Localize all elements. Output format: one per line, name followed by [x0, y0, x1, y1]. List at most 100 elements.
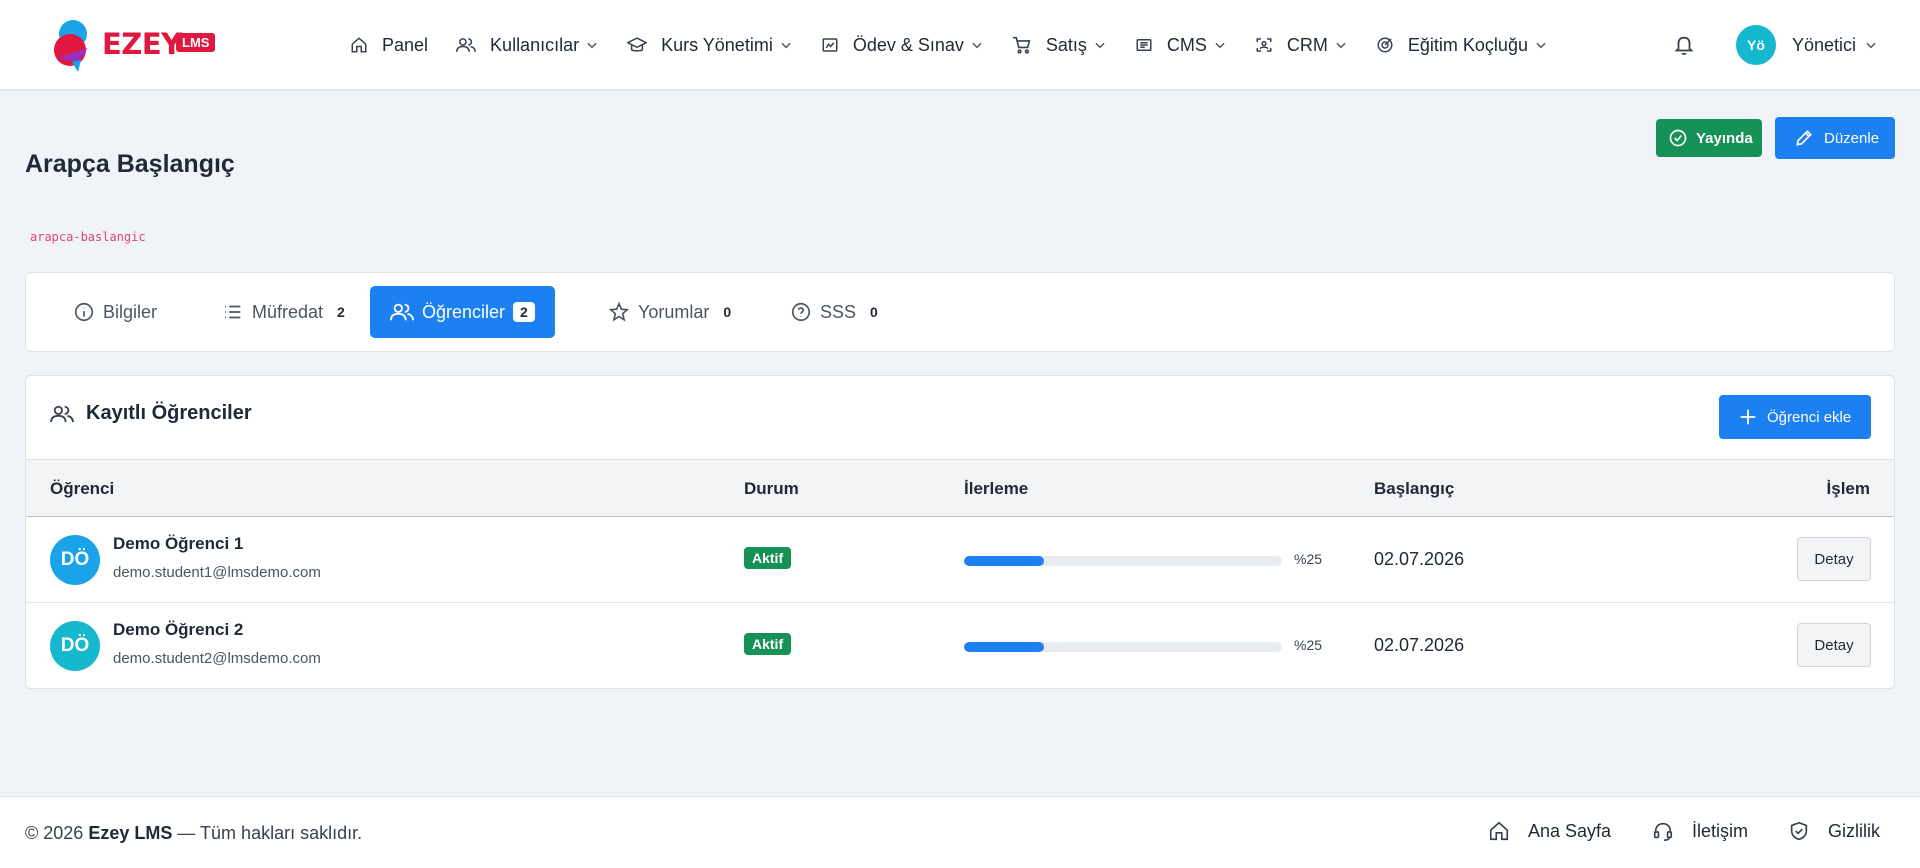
- published-status-button[interactable]: Yayında: [1656, 119, 1762, 157]
- student-email: demo.student2@lmsdemo.com: [113, 650, 321, 667]
- footer-link-contact[interactable]: İletişim: [1652, 820, 1748, 842]
- add-student-label: Öğrenci ekle: [1767, 408, 1852, 426]
- start-date: 02.07.2026: [1374, 549, 1465, 569]
- tab-faq[interactable]: SSS 0: [770, 286, 898, 338]
- top-navbar: EZEY LMS Panel Kullanıcılar Kurs Yönetim…: [0, 0, 1920, 90]
- nav-item-label: Eğitim Koçluğu: [1407, 34, 1528, 55]
- news-icon: [1135, 36, 1153, 54]
- image-chart-icon: [821, 36, 839, 54]
- card-title: Kayıtlı Öğrenciler: [50, 402, 252, 425]
- check-circle-icon: [1668, 128, 1696, 148]
- table-header: Öğrenci Durum İlerleme Başlangıç İşlem: [26, 459, 1894, 517]
- main-nav: Panel Kullanıcılar Kurs Yönetimi Ödev & …: [350, 0, 1576, 90]
- headset-icon: [1652, 820, 1692, 842]
- scan-face-icon: [1255, 36, 1273, 54]
- progress-label: %25: [1294, 637, 1323, 653]
- nav-item-cms[interactable]: CMS: [1135, 35, 1227, 56]
- footer: © 2026 Ezey LMS — Tüm hakları saklıdır. …: [0, 796, 1920, 868]
- tab-label: SSS: [820, 301, 857, 322]
- nav-item-label: CRM: [1286, 34, 1328, 55]
- graduation-cap-icon: [627, 36, 648, 54]
- student-name: Demo Öğrenci 2: [113, 620, 244, 639]
- avatar: Yö: [1736, 25, 1776, 65]
- star-icon: [608, 301, 638, 323]
- student-avatar: DÖ: [50, 621, 100, 671]
- tab-curriculum[interactable]: Müfredat 2: [202, 286, 365, 338]
- question-icon: [790, 301, 820, 323]
- nav-item-sales[interactable]: Satış: [1012, 35, 1107, 56]
- target-icon: [1376, 36, 1394, 54]
- users-icon: [456, 36, 477, 54]
- enrolled-students-card: Kayıtlı Öğrenciler Öğrenci ekle Öğrenci …: [25, 375, 1895, 689]
- footer-link-home[interactable]: Ana Sayfa: [1488, 820, 1611, 842]
- nav-item-course-management[interactable]: Kurs Yönetimi: [627, 35, 793, 56]
- column-start-date: Başlangıç: [1374, 479, 1455, 498]
- tab-count: 2: [513, 302, 535, 322]
- user-menu[interactable]: Yö Yönetici: [1736, 25, 1878, 65]
- nav-item-panel[interactable]: Panel: [350, 35, 428, 56]
- edit-label: Düzenle: [1824, 129, 1880, 147]
- nav-item-assignments[interactable]: Ödev & Sınav: [821, 35, 984, 56]
- brand-logo-mark: [54, 20, 88, 72]
- nav-item-label: Satış: [1045, 34, 1087, 55]
- user-name: Yönetici: [1792, 34, 1857, 55]
- start-date: 02.07.2026: [1374, 635, 1465, 655]
- nav-item-label: Panel: [382, 34, 429, 55]
- tab-reviews[interactable]: Yorumlar 0: [588, 286, 751, 338]
- tab-label: Öğrenciler: [422, 301, 506, 322]
- copyright: © 2026 Ezey LMS — Tüm hakları saklıdır.: [25, 823, 362, 844]
- student-name: Demo Öğrenci 1: [113, 534, 244, 553]
- footer-link-privacy[interactable]: Gizlilik: [1788, 820, 1880, 842]
- chevron-down-icon: [1864, 38, 1878, 52]
- tab-label: Bilgiler: [103, 301, 158, 322]
- column-action: İşlem: [1826, 479, 1870, 498]
- column-student: Öğrenci: [50, 479, 115, 498]
- users-icon: [390, 301, 422, 323]
- cart-icon: [1012, 36, 1032, 54]
- chevron-down-icon: [585, 38, 599, 52]
- nav-item-coaching[interactable]: Eğitim Koçluğu: [1376, 35, 1548, 56]
- detail-button[interactable]: Detay: [1797, 537, 1871, 581]
- copyright-suffix: — Tüm hakları saklıdır.: [177, 823, 363, 843]
- progress-bar-fill: [964, 642, 1044, 652]
- add-student-button[interactable]: Öğrenci ekle: [1719, 395, 1871, 439]
- course-tabs: Bilgiler Müfredat 2 Öğrenciler 2 Yorumla…: [25, 272, 1895, 352]
- nav-item-label: CMS: [1166, 34, 1207, 55]
- chevron-down-icon: [1213, 38, 1227, 52]
- footer-link-label: Ana Sayfa: [1528, 820, 1612, 841]
- page-title: Arapça Başlangıç: [25, 150, 235, 178]
- nav-item-label: Kurs Yönetimi: [661, 34, 773, 55]
- tab-info[interactable]: Bilgiler: [53, 286, 177, 338]
- table-row: DÖ Demo Öğrenci 1 demo.student1@lmsdemo.…: [26, 517, 1894, 603]
- list-icon: [222, 301, 252, 323]
- nav-item-label: Kullanıcılar: [490, 34, 580, 55]
- shield-icon: [1788, 820, 1828, 842]
- tab-students[interactable]: Öğrenciler 2: [370, 286, 555, 338]
- column-status: Durum: [744, 479, 799, 498]
- copyright-prefix: © 2026: [25, 823, 84, 843]
- brand-badge: LMS: [176, 33, 216, 52]
- home-icon: [1488, 820, 1528, 842]
- chevron-down-icon: [779, 38, 793, 52]
- nav-item-crm[interactable]: CRM: [1255, 35, 1348, 56]
- chevron-down-icon: [1093, 38, 1107, 52]
- info-icon: [73, 301, 103, 323]
- nav-item-users[interactable]: Kullanıcılar: [456, 35, 599, 56]
- chevron-down-icon: [970, 38, 984, 52]
- tab-label: Müfredat: [252, 301, 324, 322]
- brand-name: EZEY: [102, 27, 182, 61]
- card-title-text: Kayıtlı Öğrenciler: [86, 402, 252, 424]
- student-avatar: DÖ: [50, 535, 100, 585]
- brand-logo[interactable]: EZEY LMS: [48, 18, 228, 72]
- progress-label: %25: [1294, 551, 1323, 567]
- copyright-brand: Ezey LMS: [88, 823, 173, 843]
- column-progress: İlerleme: [964, 479, 1029, 498]
- progress-bar: [964, 556, 1282, 566]
- edit-button[interactable]: Düzenle: [1775, 117, 1895, 159]
- chevron-down-icon: [1534, 38, 1548, 52]
- chevron-down-icon: [1334, 38, 1348, 52]
- detail-button[interactable]: Detay: [1797, 623, 1871, 667]
- footer-link-label: İletişim: [1692, 820, 1749, 841]
- notifications-bell-icon[interactable]: [1673, 34, 1695, 56]
- student-email: demo.student1@lmsdemo.com: [113, 564, 321, 581]
